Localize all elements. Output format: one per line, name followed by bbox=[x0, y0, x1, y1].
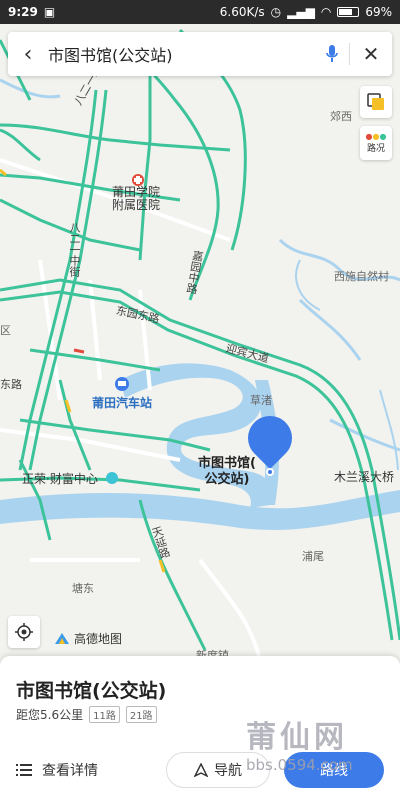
mic-icon[interactable] bbox=[315, 44, 349, 64]
poi-location-dot bbox=[266, 468, 274, 476]
label-bridge[interactable]: 木兰溪大桥 bbox=[334, 468, 394, 485]
route-tag[interactable]: 11路 bbox=[89, 706, 120, 723]
navigate-label: 导航 bbox=[214, 763, 242, 779]
gaode-logo-icon bbox=[55, 632, 69, 644]
label-zhengrong[interactable]: 正荣·财富中心 bbox=[22, 470, 98, 487]
search-bar[interactable]: ‹ 市图书馆(公交站) ✕ bbox=[8, 32, 392, 76]
layers-button[interactable] bbox=[360, 86, 392, 118]
status-bar: 9:29 ▣ 6.60K/s ◷ ▂▄▆ ◠ 69% bbox=[0, 0, 400, 24]
label-tangdong: 塘东 bbox=[72, 582, 94, 595]
details-label: 查看详情 bbox=[42, 763, 98, 779]
watermark-name: 莆仙网 bbox=[246, 720, 348, 755]
label-puwei: 浦尾 bbox=[302, 550, 324, 563]
close-icon[interactable]: ✕ bbox=[350, 42, 392, 66]
layers-icon bbox=[367, 93, 384, 110]
poi-map-label[interactable]: 市图书馆( 公交站) bbox=[192, 456, 262, 488]
watermark: 莆仙网 bbs.0594.com bbox=[246, 712, 353, 774]
navigate-icon bbox=[194, 763, 208, 777]
label-qu: 区 bbox=[0, 324, 11, 337]
road-label-bayi-middle: 八二一中街 bbox=[68, 222, 81, 277]
status-time: 9:29 bbox=[8, 5, 38, 19]
signal-icon: ▂▄▆ bbox=[287, 5, 315, 19]
net-speed: 6.60K/s bbox=[219, 5, 265, 19]
label-hospital[interactable]: 莆田学院 附属医院 bbox=[112, 186, 160, 212]
battery-icon bbox=[337, 7, 360, 17]
traffic-label: 路况 bbox=[366, 144, 385, 154]
notification-icon: ▣ bbox=[43, 5, 56, 19]
list-icon bbox=[16, 764, 32, 776]
back-icon[interactable]: ‹ bbox=[8, 42, 48, 67]
wifi-icon: ◠ bbox=[320, 5, 332, 19]
locate-icon bbox=[15, 623, 33, 641]
gaode-logo: 高德地图 bbox=[54, 630, 122, 647]
road-label-dong-road: 东路 bbox=[0, 378, 22, 391]
label-caozhu: 草渚 bbox=[250, 394, 272, 407]
battery-percent: 69% bbox=[365, 5, 392, 19]
route-tag[interactable]: 21路 bbox=[125, 706, 157, 723]
details-button[interactable]: 查看详情 bbox=[16, 760, 98, 780]
search-query[interactable]: 市图书馆(公交站) bbox=[48, 42, 315, 66]
label-jiaoxi: 郊西 bbox=[330, 110, 352, 123]
traffic-light-icon: ●●● bbox=[365, 132, 387, 141]
alarm-icon: ◷ bbox=[270, 5, 282, 19]
place-meta: 距您5.6公里 11路 21路 bbox=[16, 706, 157, 723]
place-name: 市图书馆(公交站) bbox=[16, 680, 167, 702]
label-xishi: 西施自然村 bbox=[334, 270, 389, 283]
watermark-url: bbs.0594.com bbox=[246, 756, 353, 774]
locate-button[interactable] bbox=[8, 616, 40, 648]
traffic-button[interactable]: ●●● 路况 bbox=[360, 126, 392, 160]
place-distance: 距您5.6公里 bbox=[16, 708, 84, 722]
label-bus-station[interactable]: 莆田汽车站 bbox=[92, 394, 152, 411]
gaode-logo-text: 高德地图 bbox=[74, 632, 123, 646]
